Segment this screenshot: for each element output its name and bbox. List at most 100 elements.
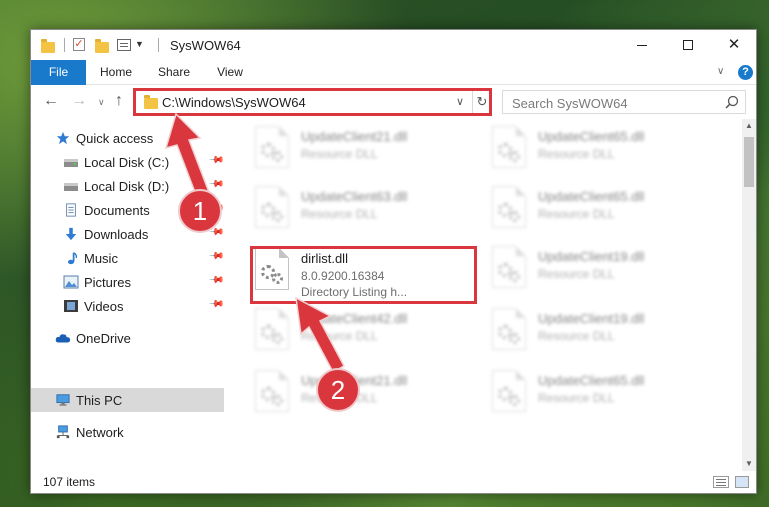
list-item[interactable]: UpdateClient21.dll Resource DLL [245, 122, 475, 182]
nav-item-onedrive[interactable]: OneDrive [31, 326, 224, 350]
expand-ribbon-icon[interactable]: ∨ [717, 66, 724, 77]
minimize-button[interactable] [619, 30, 665, 60]
download-icon [65, 227, 77, 241]
tab-file[interactable]: File [31, 60, 86, 85]
nav-label: Quick access [76, 131, 154, 146]
scroll-down-icon[interactable]: ▼ [742, 457, 756, 471]
search-placeholder: Search SysWOW64 [512, 96, 628, 111]
file-type: Resource DLL [538, 391, 615, 405]
close-button[interactable]: ✕ [711, 30, 757, 60]
video-icon [64, 300, 78, 312]
window-title: SysWOW64 [170, 38, 241, 53]
drive-icon [64, 159, 78, 167]
vertical-scrollbar[interactable]: ▲ ▼ [742, 119, 756, 471]
list-item[interactable]: UpdateClient63.dll Resource DLL [245, 182, 475, 242]
list-item[interactable]: UpdateClient19.dll Resource DLL [482, 242, 712, 302]
title-bar: ✓ ▼ SysWOW64 ✕ [31, 30, 756, 60]
dll-file-icon [255, 126, 289, 168]
nav-item-music[interactable]: Music 📌 [31, 246, 225, 270]
item-count: 107 items [43, 475, 96, 489]
pin-icon[interactable]: 📌 [208, 176, 225, 193]
file-name: UpdateClient19.dll [538, 311, 645, 326]
back-button[interactable]: ← [43, 92, 59, 110]
dll-file-icon [255, 370, 289, 412]
maximize-icon [683, 40, 693, 51]
computer-icon [56, 394, 70, 406]
file-type: Resource DLL [301, 207, 378, 221]
ribbon-tabs: File Home Share View ∨ ? [31, 60, 756, 85]
dll-file-icon [255, 308, 289, 350]
list-item[interactable]: UpdateClient19.dll Resource DLL [482, 304, 712, 364]
details-view-icon[interactable] [713, 476, 729, 488]
properties-check-icon[interactable]: ✓ [73, 38, 85, 51]
tab-share[interactable]: Share [151, 60, 197, 85]
nav-item-quick-access[interactable]: Quick access [31, 126, 224, 150]
help-icon[interactable]: ? [738, 65, 753, 80]
file-type: Resource DLL [538, 147, 615, 161]
document-icon [66, 203, 76, 217]
step-1-badge: 1 [178, 189, 222, 233]
list-item[interactable]: UpdateClient65.dll Resource DLL [482, 122, 712, 182]
new-folder-icon[interactable] [95, 39, 109, 53]
divider [64, 38, 65, 52]
file-type: Resource DLL [538, 207, 615, 221]
nav-label: Videos [84, 299, 124, 314]
search-input[interactable]: Search SysWOW64 [502, 90, 746, 114]
file-type: Resource DLL [301, 147, 378, 161]
recent-locations-button[interactable]: ∨ [98, 97, 105, 108]
nav-label: Local Disk (D:) [84, 179, 170, 194]
divider [158, 38, 159, 52]
file-highlight-box [250, 246, 477, 304]
file-name: UpdateClient19.dll [538, 249, 645, 264]
close-icon: ✕ [727, 36, 741, 53]
pin-icon[interactable]: 📌 [208, 296, 225, 313]
list-item[interactable]: UpdateClient65.dll Resource DLL [482, 366, 712, 426]
nav-item-this-pc[interactable]: This PC [31, 388, 224, 412]
nav-item-network[interactable]: Network [31, 420, 224, 444]
pin-icon[interactable]: 📌 [208, 152, 225, 169]
nav-label: Local Disk (C:) [84, 155, 170, 170]
navigation-pane: Quick access Local Disk (C:) 📌 Local Dis… [31, 119, 227, 471]
dll-file-icon [492, 186, 526, 228]
status-bar: 107 items [31, 471, 756, 493]
step-2-badge: 2 [316, 368, 360, 412]
forward-button[interactable]: → [71, 92, 87, 110]
file-type: Resource DLL [538, 329, 615, 343]
list-item[interactable]: UpdateClient65.dll Resource DLL [482, 182, 712, 242]
nav-label: Downloads [84, 227, 149, 242]
file-type: Resource DLL [301, 329, 378, 343]
file-name: UpdateClient65.dll [538, 129, 645, 144]
picture-icon [63, 275, 79, 289]
nav-label: This PC [76, 393, 123, 408]
nav-item-pictures[interactable]: Pictures 📌 [31, 270, 225, 294]
scroll-thumb[interactable] [744, 137, 754, 187]
maximize-button[interactable] [665, 30, 711, 60]
tiles-view-icon[interactable] [735, 476, 749, 488]
nav-item-videos[interactable]: Videos 📌 [31, 294, 225, 318]
explorer-window: ✓ ▼ SysWOW64 ✕ File Home Share View ∨ ? … [30, 29, 757, 494]
folder-icon [41, 39, 55, 53]
file-name: UpdateClient63.dll [301, 189, 408, 204]
up-button[interactable]: ↑ [115, 92, 123, 110]
cloud-icon [55, 334, 71, 343]
nav-label: Pictures [84, 275, 131, 290]
file-name: UpdateClient65.dll [538, 373, 645, 388]
customize-icon[interactable] [117, 39, 131, 51]
star-icon [56, 131, 70, 145]
list-item[interactable]: UpdateClient21.dll Resource DLL [245, 366, 475, 426]
pin-icon[interactable]: 📌 [208, 272, 225, 289]
minimize-icon [637, 44, 647, 46]
nav-item-local-disk-c[interactable]: Local Disk (C:) 📌 [31, 150, 225, 174]
dll-file-icon [255, 186, 289, 228]
quick-access-dropdown-icon[interactable]: ▼ [135, 39, 144, 49]
dll-file-icon [492, 308, 526, 350]
tab-home[interactable]: Home [93, 60, 139, 85]
dll-file-icon [492, 370, 526, 412]
pin-icon[interactable]: 📌 [208, 248, 225, 265]
list-item[interactable]: UpdateClient42.dll Resource DLL [245, 304, 475, 364]
dll-file-icon [492, 126, 526, 168]
address-row: ← → ∨ ↑ C:\Windows\SysWOW64 ∨ ↻ Search S… [31, 86, 756, 118]
tab-view[interactable]: View [207, 60, 253, 85]
nav-label: Music [84, 251, 118, 266]
scroll-up-icon[interactable]: ▲ [742, 119, 756, 133]
